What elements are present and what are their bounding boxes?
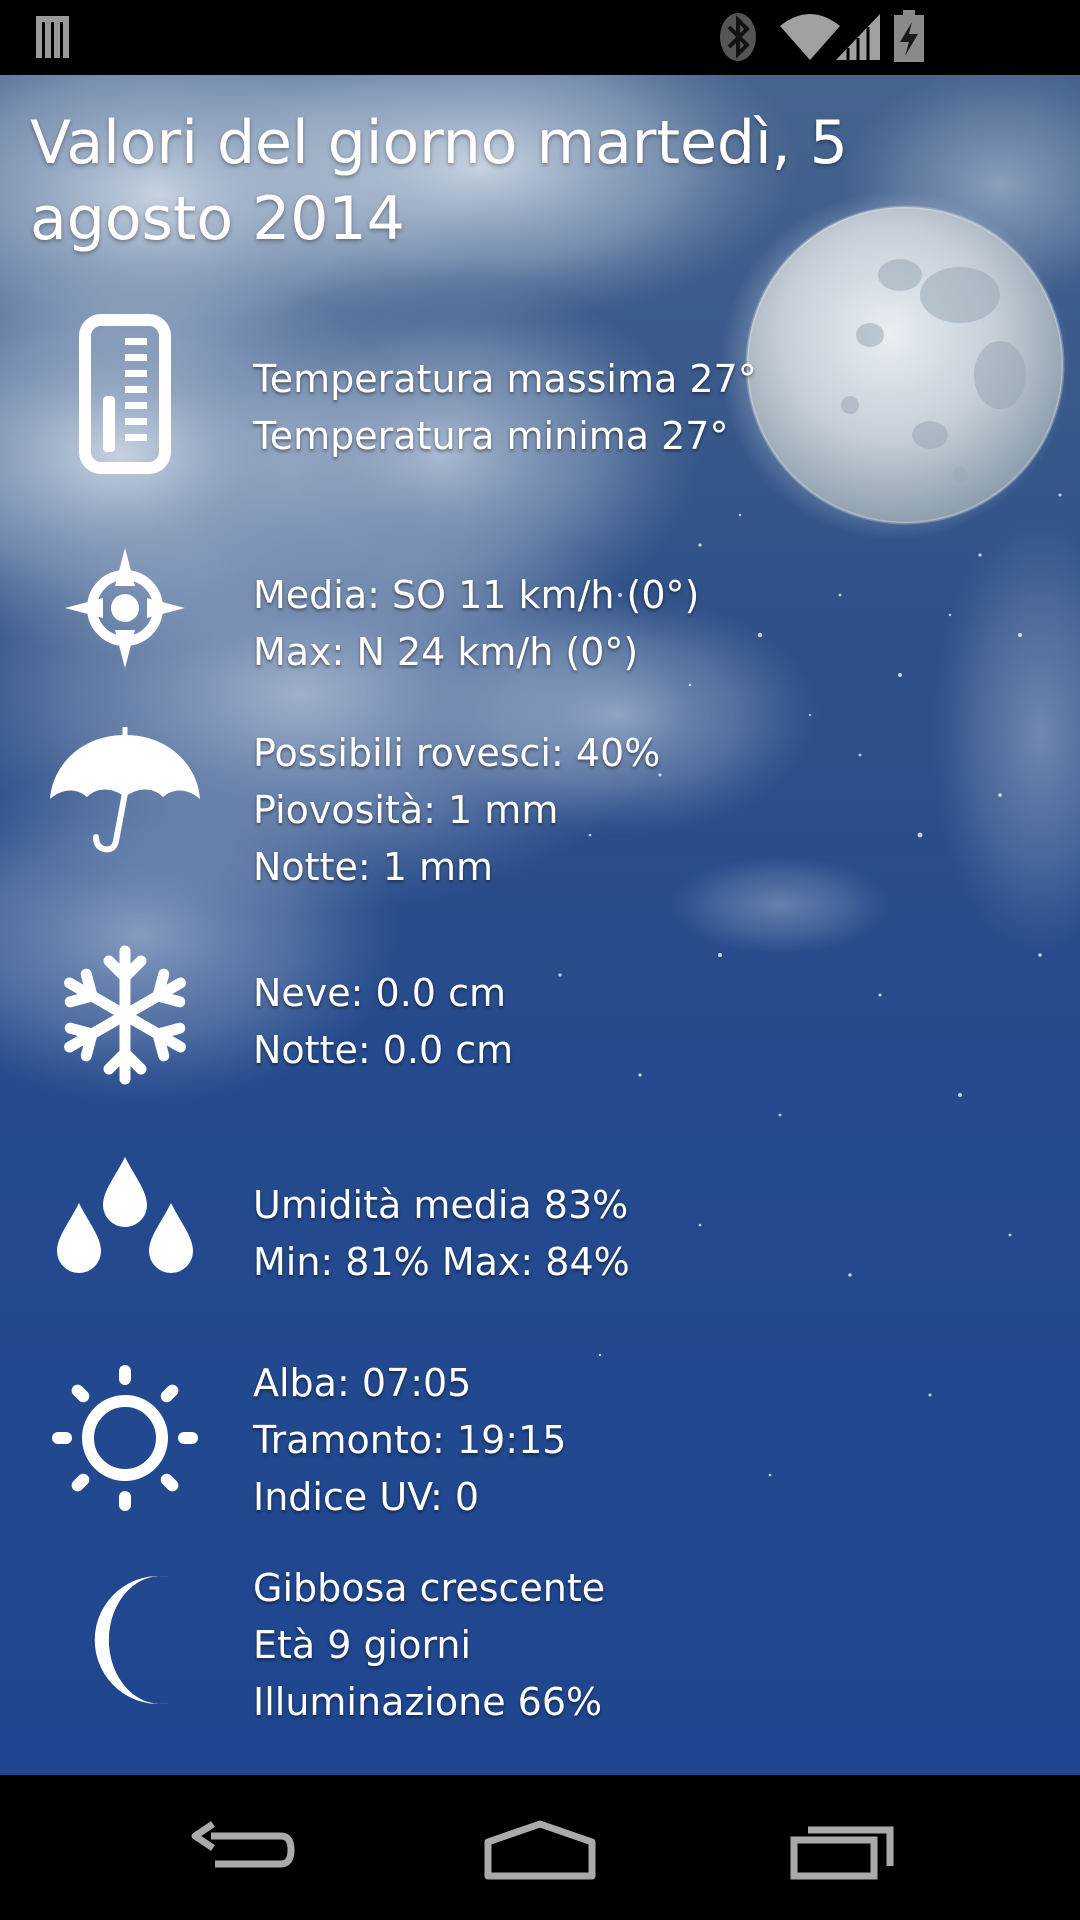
moon-info: Gibbosa crescente Età 9 giorni Illuminaz… (253, 1560, 605, 1731)
snow-night: Notte: 0.0 cm (253, 1028, 514, 1072)
home-icon (484, 1820, 596, 1880)
humidity-min-max: Min: 81% Max: 84% (253, 1240, 630, 1284)
sun-row: Alba: 07:05 Tramonto: 19:15 Indice UV: 0 (0, 1355, 1080, 1535)
notification-bars-icon (36, 16, 69, 58)
humidity-row: Umidità media 83% Min: 81% Max: 84% (0, 1155, 1080, 1285)
snow-row: Neve: 0.0 cm Notte: 0.0 cm (0, 945, 1080, 1085)
back-button[interactable] (170, 1805, 310, 1895)
max-temperature: Temperatura massima 27° (253, 357, 757, 401)
sunrise-time: Alba: 07:05 (253, 1361, 472, 1405)
crescent-moon-icon (45, 1572, 205, 1707)
uv-index: Indice UV: 0 (253, 1475, 480, 1519)
sun-info: Alba: 07:05 Tramonto: 19:15 Indice UV: 0 (253, 1355, 566, 1526)
moon-phase: Gibbosa crescente (253, 1566, 606, 1610)
moon-age: Età 9 giorni (253, 1623, 472, 1667)
snow-amount: Neve: 0.0 cm (253, 971, 506, 1015)
sun-icon (45, 1363, 205, 1513)
battery-charging-icon (894, 10, 924, 62)
bluetooth-icon (720, 13, 756, 61)
thermometer-icon (45, 309, 205, 479)
home-button[interactable] (470, 1805, 610, 1895)
rain-amount: Piovosità: 1 mm (253, 788, 559, 832)
sunset-time: Tramonto: 19:15 (253, 1418, 567, 1462)
cell-signal-icon (836, 14, 880, 60)
back-icon (191, 1821, 295, 1868)
page-title: Valori del giorno martedì, 5 agosto 2014 (30, 108, 848, 254)
wind-info: Media: SO 11 km/h (0°) Max: N 24 km/h (0… (253, 567, 699, 681)
rain-info: Possibili rovesci: 40% Piovosità: 1 mm N… (253, 725, 660, 896)
wifi-icon (780, 14, 840, 60)
wind-average: Media: SO 11 km/h (0°) (253, 573, 700, 617)
navigation-bar (0, 1775, 1080, 1920)
status-bar (0, 0, 1080, 75)
min-temperature: Temperatura minima 27° (253, 414, 729, 458)
recent-apps-icon (790, 1826, 894, 1880)
umbrella-icon (45, 727, 205, 857)
humidity-average: Umidità media 83% (253, 1183, 629, 1227)
snow-info: Neve: 0.0 cm Notte: 0.0 cm (253, 965, 513, 1079)
moon-row: Gibbosa crescente Età 9 giorni Illuminaz… (0, 1560, 1080, 1740)
recent-apps-button[interactable] (775, 1805, 915, 1895)
weather-day-panel: Valori del giorno martedì, 5 agosto 2014… (0, 75, 1080, 1775)
moon-illumination: Illuminazione 66% (253, 1680, 603, 1724)
snowflake-icon (45, 945, 205, 1085)
temperature-row: Temperatura massima 27° Temperatura mini… (0, 314, 1080, 474)
droplets-icon (45, 1155, 205, 1285)
humidity-info: Umidità media 83% Min: 81% Max: 84% (253, 1177, 630, 1291)
rain-chance: Possibili rovesci: 40% (253, 731, 661, 775)
wind-row: Media: SO 11 km/h (0°) Max: N 24 km/h (0… (0, 545, 1080, 675)
rain-row: Possibili rovesci: 40% Piovosità: 1 mm N… (0, 725, 1080, 905)
compass-icon (45, 545, 205, 670)
rain-night: Notte: 1 mm (253, 845, 494, 889)
wind-max: Max: N 24 km/h (0°) (253, 630, 639, 674)
temperature-info: Temperatura massima 27° Temperatura mini… (253, 351, 757, 465)
